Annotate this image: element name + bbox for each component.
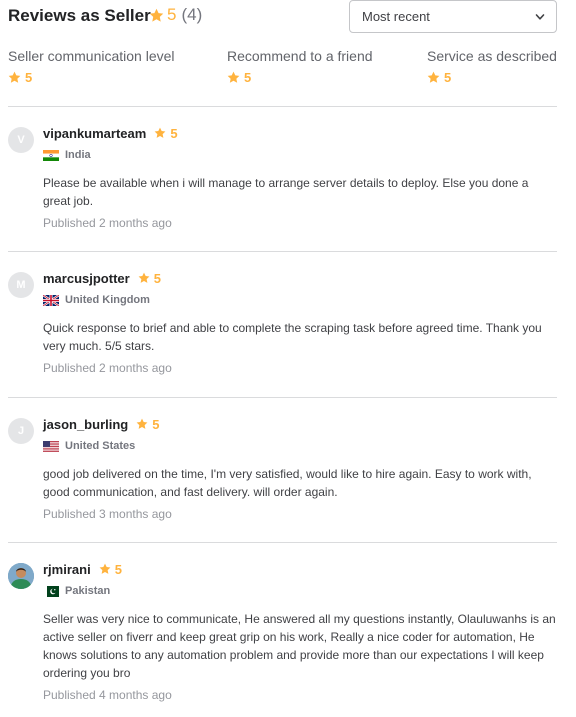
review-published-date: Published 2 months ago bbox=[43, 216, 172, 230]
sort-dropdown[interactable]: Most recent bbox=[349, 0, 557, 33]
breakdown-score: 5 bbox=[444, 70, 452, 85]
review-published-date: Published 2 months ago bbox=[43, 361, 172, 375]
breakdown-label: Service as described bbox=[427, 48, 557, 64]
united-kingdom-flag-icon bbox=[43, 294, 59, 306]
review-text: Please be available when i will manage t… bbox=[43, 176, 529, 208]
star-icon bbox=[136, 418, 148, 430]
star-icon bbox=[154, 127, 166, 139]
breakdown-score: 5 bbox=[25, 70, 33, 85]
breakdown-communication: Seller communication level 5 bbox=[8, 48, 175, 85]
avatar[interactable]: M bbox=[8, 272, 34, 298]
review-published-date: Published 4 months ago bbox=[43, 688, 172, 702]
star-icon bbox=[149, 8, 164, 23]
review-published-date: Published 3 months ago bbox=[43, 507, 172, 521]
overall-score: 5 bbox=[167, 5, 177, 24]
review-score: 5 bbox=[114, 561, 122, 577]
star-icon bbox=[227, 71, 240, 84]
divider bbox=[8, 542, 557, 543]
review-score: 5 bbox=[153, 270, 161, 286]
chevron-down-icon bbox=[535, 14, 545, 20]
avatar[interactable] bbox=[8, 563, 34, 589]
review-score: 5 bbox=[170, 125, 178, 141]
divider bbox=[8, 251, 557, 252]
rating-breakdown: Seller communication level 5 Recommend t… bbox=[8, 48, 557, 88]
review-text: good job delivered on the time, I'm very… bbox=[43, 467, 532, 499]
breakdown-recommend: Recommend to a friend 5 bbox=[227, 48, 373, 85]
reviewer-username[interactable]: marcusjpotter bbox=[43, 271, 130, 286]
review-text: Quick response to brief and able to comp… bbox=[43, 321, 542, 353]
divider bbox=[8, 397, 557, 398]
user-photo-avatar bbox=[8, 563, 34, 589]
pakistan-flag-icon bbox=[43, 585, 59, 597]
reviewer-country: United Kingdom bbox=[65, 294, 150, 306]
india-flag-icon bbox=[43, 149, 59, 161]
reviews-title: Reviews as Seller bbox=[8, 6, 151, 25]
overall-rating: 5 (4) bbox=[149, 5, 202, 25]
sort-selected-value: Most recent bbox=[362, 9, 430, 24]
reviewer-country: Pakistan bbox=[65, 585, 111, 597]
reviewer-username[interactable]: rjmirani bbox=[43, 562, 91, 577]
avatar[interactable]: J bbox=[8, 418, 34, 444]
star-icon bbox=[138, 272, 150, 284]
reviewer-country: India bbox=[65, 149, 91, 161]
breakdown-service: Service as described 5 bbox=[427, 48, 557, 85]
reviewer-username[interactable]: jason_burling bbox=[43, 417, 128, 432]
review-count: (4) bbox=[181, 5, 203, 24]
breakdown-label: Recommend to a friend bbox=[227, 48, 373, 64]
star-icon bbox=[8, 71, 21, 84]
review-text: Seller was very nice to communicate, He … bbox=[43, 612, 556, 680]
united-states-flag-icon bbox=[43, 440, 59, 452]
star-icon bbox=[99, 563, 111, 575]
reviewer-username[interactable]: vipankumarteam bbox=[43, 126, 146, 141]
breakdown-score: 5 bbox=[244, 70, 252, 85]
star-icon bbox=[427, 71, 440, 84]
reviewer-country: United States bbox=[65, 440, 136, 452]
breakdown-label: Seller communication level bbox=[8, 48, 175, 64]
review-score: 5 bbox=[152, 416, 160, 432]
avatar[interactable]: V bbox=[8, 127, 34, 153]
divider bbox=[8, 106, 557, 107]
